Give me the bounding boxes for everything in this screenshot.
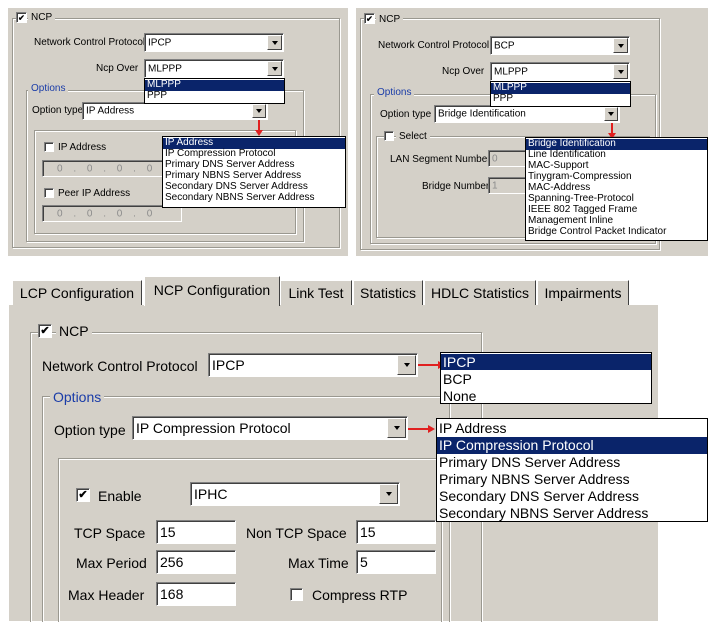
protocol-label: Network Control Protocol bbox=[378, 40, 490, 51]
tcp-space-label: TCP Space bbox=[74, 525, 146, 541]
max-header-field[interactable]: 168 bbox=[156, 582, 236, 606]
option-type-label: Option type bbox=[32, 105, 84, 116]
ncp-over-select[interactable]: MLPPP bbox=[490, 62, 630, 81]
option-type-dropdown[interactable]: IP Address IP Compression Protocol Prima… bbox=[162, 136, 346, 208]
option-type-dropdown[interactable]: Bridge Identification Line Identificatio… bbox=[525, 137, 708, 241]
tab-hdlc-statistics[interactable]: HDLC Statistics bbox=[424, 280, 536, 305]
ncp-checkbox[interactable] bbox=[16, 12, 27, 23]
list-item[interactable]: Secondary NBNS Server Address bbox=[437, 505, 707, 522]
list-item[interactable]: Primary DNS Server Address bbox=[437, 454, 707, 471]
option-type-label: Option type bbox=[380, 109, 432, 120]
ip-address-checkbox[interactable] bbox=[44, 142, 54, 152]
max-period-field[interactable]: 256 bbox=[156, 550, 236, 574]
arrow-indicator bbox=[418, 364, 440, 366]
max-header-label: Max Header bbox=[68, 587, 145, 603]
protocol-select[interactable]: IPCP bbox=[144, 33, 284, 52]
chevron-down-icon[interactable] bbox=[267, 35, 282, 50]
list-item[interactable]: IPCP bbox=[441, 354, 651, 370]
max-period-label: Max Period bbox=[76, 555, 147, 571]
lan-segment-label: LAN Segment Number bbox=[390, 154, 491, 165]
panel-bcp-bridge-identification: NCP Network Control Protocol BCP Ncp Ove… bbox=[356, 8, 708, 256]
compress-rtp-label: Compress RTP bbox=[312, 587, 408, 603]
arrow-head-icon bbox=[428, 425, 435, 433]
tab-impairments[interactable]: Impairments bbox=[537, 280, 629, 305]
compress-rtp-checkbox[interactable] bbox=[290, 588, 303, 601]
list-item[interactable]: PPP bbox=[491, 94, 630, 105]
tab-statistics[interactable]: Statistics bbox=[353, 280, 423, 305]
option-type-dropdown[interactable]: IP Address IP Compression Protocol Prima… bbox=[436, 418, 708, 522]
select-checkbox[interactable] bbox=[384, 131, 394, 141]
ncp-checkbox[interactable] bbox=[364, 13, 375, 24]
ncp-checkbox[interactable] bbox=[38, 324, 52, 338]
list-item[interactable]: PPP bbox=[145, 91, 284, 102]
chevron-down-icon[interactable] bbox=[387, 418, 406, 438]
panel-ipcp-ip-address: NCP Network Control Protocol IPCP Ncp Ov… bbox=[8, 8, 348, 256]
protocol-select[interactable]: BCP bbox=[490, 36, 630, 55]
bridge-number-label: Bridge Number bbox=[422, 181, 490, 192]
options-legend: Options bbox=[374, 88, 415, 98]
peer-ip-label: Peer IP Address bbox=[58, 188, 131, 199]
ip-address-label: IP Address bbox=[58, 142, 107, 153]
panel-ncp-configuration: LCP Configuration NCP Configuration Link… bbox=[8, 268, 708, 622]
max-time-label: Max Time bbox=[288, 555, 349, 571]
list-item[interactable]: Secondary DNS Server Address bbox=[437, 488, 707, 505]
tab-ncp-configuration[interactable]: NCP Configuration bbox=[144, 276, 280, 306]
tab-lcp-configuration[interactable]: LCP Configuration bbox=[12, 280, 142, 305]
ncp-checkbox-label: NCP bbox=[376, 15, 404, 25]
ncp-checkbox-label: NCP bbox=[56, 324, 92, 338]
protocol-label: Network Control Protocol bbox=[34, 37, 146, 48]
chevron-down-icon[interactable] bbox=[267, 61, 282, 76]
non-tcp-space-label: Non TCP Space bbox=[246, 525, 347, 541]
ncp-over-label: Ncp Over bbox=[96, 63, 139, 74]
chevron-down-icon[interactable] bbox=[252, 104, 266, 118]
ncp-over-select[interactable]: MLPPP bbox=[144, 59, 284, 78]
max-time-field[interactable]: 5 bbox=[356, 550, 436, 574]
protocol-label: Network Control Protocol bbox=[42, 358, 198, 374]
option-type-select[interactable]: IP Address bbox=[82, 102, 268, 120]
peer-ip-checkbox[interactable] bbox=[44, 188, 54, 198]
list-item[interactable]: BCP bbox=[441, 371, 651, 387]
tcp-space-field[interactable]: 15 bbox=[156, 520, 236, 544]
peer-ip-field[interactable]: 0 . 0 . 0 . 0 bbox=[42, 205, 182, 222]
compression-type-select[interactable]: IPHC bbox=[190, 482, 400, 506]
chevron-down-icon[interactable] bbox=[604, 107, 618, 121]
option-type-label: Option type bbox=[54, 422, 126, 438]
list-item[interactable]: IP Address bbox=[437, 420, 707, 437]
chevron-down-icon[interactable] bbox=[379, 484, 398, 504]
enable-checkbox[interactable] bbox=[76, 488, 90, 502]
list-item[interactable]: Secondary NBNS Server Address bbox=[163, 193, 345, 204]
ncp-over-dropdown[interactable]: MLPPP PPP bbox=[144, 78, 285, 104]
select-label: Select bbox=[396, 132, 430, 142]
list-item[interactable]: Primary NBNS Server Address bbox=[437, 471, 707, 488]
chevron-down-icon[interactable] bbox=[613, 64, 628, 79]
non-tcp-space-field[interactable]: 15 bbox=[356, 520, 436, 544]
chevron-down-icon[interactable] bbox=[613, 38, 628, 53]
list-item[interactable]: Bridge Control Packet Indicator bbox=[526, 227, 707, 238]
ncp-over-label: Ncp Over bbox=[442, 66, 485, 77]
list-item[interactable]: IP Compression Protocol bbox=[437, 437, 707, 454]
tab-link-test[interactable]: Link Test bbox=[280, 280, 352, 305]
protocol-dropdown[interactable]: IPCP BCP None bbox=[440, 352, 652, 404]
list-item[interactable]: None bbox=[441, 388, 651, 404]
option-type-select[interactable]: Bridge Identification bbox=[434, 105, 620, 123]
options-legend: Options bbox=[28, 84, 69, 94]
chevron-down-icon[interactable] bbox=[397, 355, 416, 375]
ip-address-field[interactable]: 0 . 0 . 0 . 0 bbox=[42, 160, 182, 177]
enable-label: Enable bbox=[98, 488, 142, 504]
arrow-indicator bbox=[408, 428, 430, 430]
protocol-select[interactable]: IPCP bbox=[208, 353, 418, 377]
option-type-select[interactable]: IP Compression Protocol bbox=[132, 416, 408, 440]
ncp-checkbox-label: NCP bbox=[28, 13, 56, 23]
options-legend: Options bbox=[50, 390, 105, 404]
ncp-over-dropdown[interactable]: MLPPP PPP bbox=[490, 81, 631, 107]
